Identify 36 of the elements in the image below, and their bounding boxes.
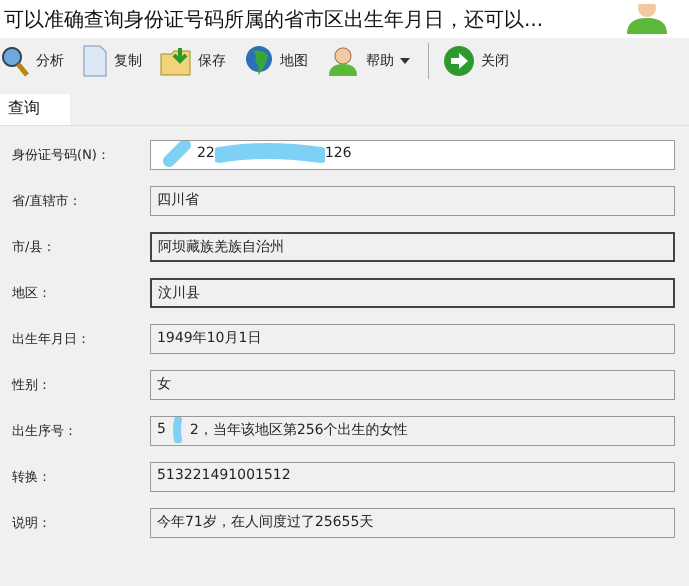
- toolbar-button[interactable]: 复制: [82, 45, 146, 77]
- field-label: 出生年月日：: [12, 331, 91, 348]
- field-value: 阿坝藏族羌族自治州: [158, 238, 284, 256]
- toolbar-button[interactable]: 分析: [0, 45, 68, 77]
- field-value: 1949年10月1日: [157, 329, 262, 347]
- field-label: 省/直辖市：: [12, 193, 82, 210]
- field-label: 地区：: [12, 285, 52, 302]
- field-label: 说明：: [12, 515, 52, 532]
- field-label: 身份证号码(N)：: [12, 147, 111, 164]
- field-value: 5: [157, 421, 166, 437]
- document-icon: [82, 45, 108, 77]
- tab[interactable]: 查询: [0, 94, 70, 125]
- field-value: 22: [197, 145, 215, 161]
- field-label: 市/县：: [12, 239, 56, 256]
- field-label: 转换：: [12, 469, 52, 486]
- field-value: 女: [157, 375, 171, 393]
- caret-icon: [400, 58, 410, 64]
- field-label: 出生序号：: [12, 423, 78, 440]
- user-icon: [625, 4, 669, 34]
- window-title: 可以准确查询身份证号码所属的省市区出生年月日，还可以...: [4, 6, 544, 32]
- input-field[interactable]: 22 126: [150, 140, 675, 170]
- field-value: 126: [324, 145, 352, 161]
- field-value: 四川省: [157, 191, 199, 209]
- field-value: 2，当年该地区第256个出生的女性: [190, 421, 408, 439]
- toolbar-button[interactable]: 帮助: [326, 45, 414, 77]
- search-icon: [0, 45, 30, 77]
- toolbar-button[interactable]: 地图: [244, 45, 312, 77]
- field-label: 性别：: [12, 377, 52, 394]
- toolbar-button[interactable]: 关闭: [443, 45, 513, 77]
- folder-icon: [160, 46, 192, 76]
- field-value: 汶川县: [158, 284, 200, 302]
- field-value: 513221491001512: [157, 467, 291, 483]
- field-value: 今年71岁，在人间度过了25655天: [157, 513, 374, 531]
- toolbar-button[interactable]: 保存: [160, 46, 230, 76]
- globe-icon: [244, 45, 274, 77]
- user-icon: [326, 45, 360, 77]
